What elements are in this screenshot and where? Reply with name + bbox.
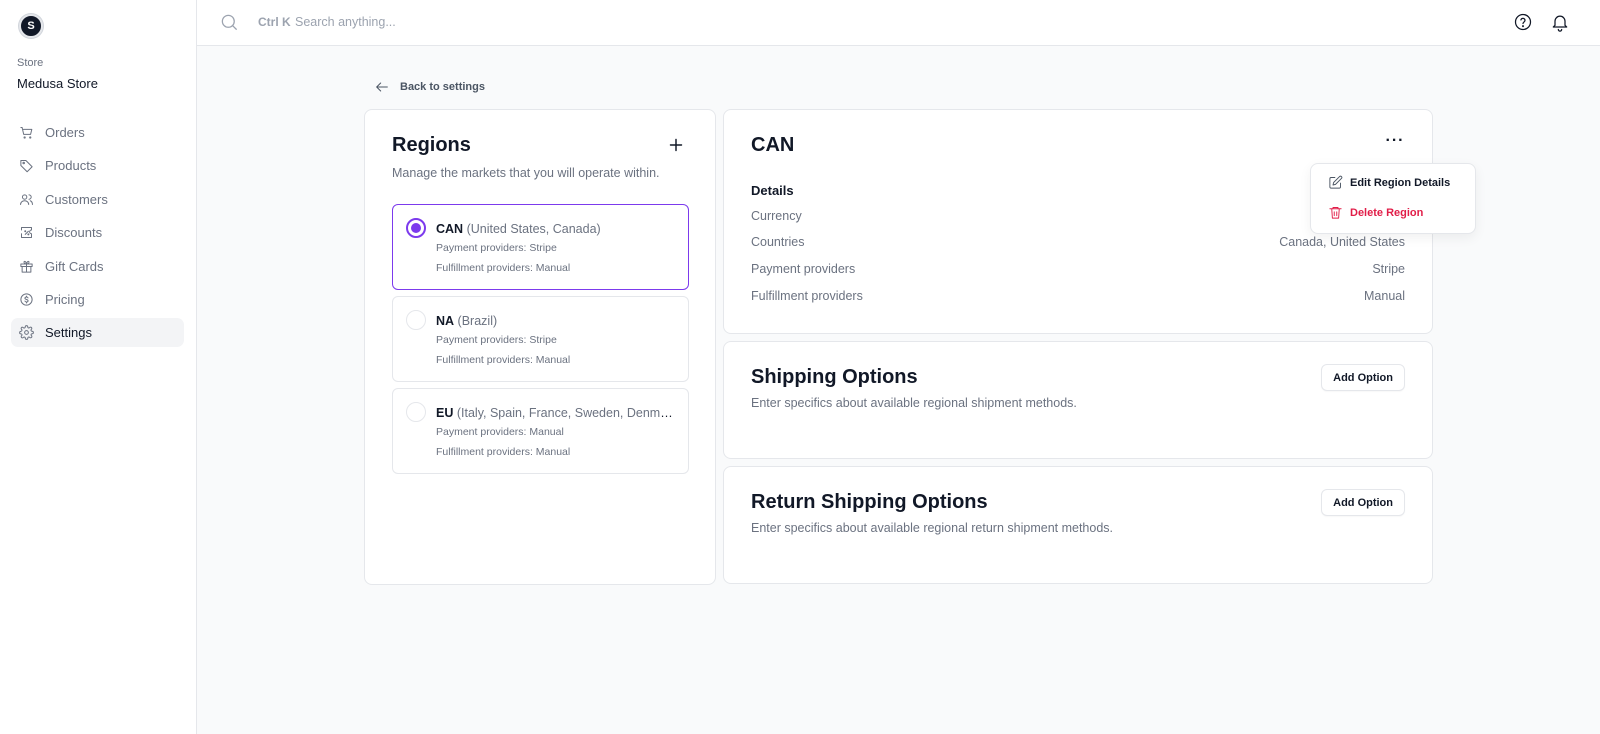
region-item-eu[interactable]: EU (Italy, Spain, France, Sweden, Denmar… <box>392 388 689 474</box>
sidebar: S Store Medusa Store Orders Products Cus… <box>0 0 197 734</box>
bell-icon[interactable] <box>1550 12 1570 32</box>
region-detail-title: CAN <box>751 134 795 156</box>
gear-icon <box>19 325 34 341</box>
shipping-options-title: Shipping Options <box>751 366 918 388</box>
detail-key: Countries <box>751 235 805 249</box>
sidebar-item-customers[interactable]: Customers <box>11 185 184 214</box>
sidebar-item-label: Products <box>45 158 97 174</box>
sidebar-item-gift-cards[interactable]: Gift Cards <box>11 252 184 281</box>
sidebar-item-products[interactable]: Products <box>11 151 184 180</box>
search-input[interactable] <box>295 10 675 34</box>
region-name: EU (Italy, Spain, France, Sweden, Denmar… <box>436 406 676 420</box>
arrow-left-icon <box>376 82 388 92</box>
more-options-button[interactable]: ··· <box>1384 132 1406 154</box>
region-name: NA (Brazil) <box>436 314 676 328</box>
region-fulfillment: Fulfillment providers: Manual <box>436 354 571 366</box>
discount-icon <box>21 227 32 239</box>
sidebar-item-label: Settings <box>45 325 92 341</box>
region-fulfillment: Fulfillment providers: Manual <box>436 262 571 274</box>
region-fulfillment: Fulfillment providers: Manual <box>436 446 571 458</box>
region-radio[interactable] <box>406 218 426 238</box>
return-shipping-options-title: Return Shipping Options <box>751 491 988 513</box>
region-code: CAN <box>436 222 464 236</box>
region-item-can[interactable]: CAN (United States, Canada) Payment prov… <box>392 204 689 290</box>
region-radio[interactable] <box>406 402 426 422</box>
region-name: CAN (United States, Canada) <box>436 222 676 236</box>
region-code: NA <box>436 314 455 328</box>
gift-icon <box>20 260 33 273</box>
sidebar-item-label: Customers <box>45 191 108 207</box>
region-radio[interactable] <box>406 310 426 330</box>
edit-region-details-label: Edit Region Details <box>1350 176 1451 189</box>
detail-key: Payment providers <box>751 262 856 276</box>
store-avatar[interactable]: S <box>19 14 43 38</box>
sidebar-item-label: Discounts <box>45 225 103 241</box>
detail-row-countries: Countries Canada, United States <box>751 235 1405 253</box>
help-icon[interactable] <box>1513 12 1533 32</box>
sidebar-item-settings[interactable]: Settings <box>11 318 184 348</box>
store-label: Store <box>17 57 44 69</box>
detail-key: Fulfillment providers <box>751 289 863 303</box>
search-shortcut: Ctrl K <box>258 15 291 29</box>
region-countries: (Italy, Spain, France, Sweden, Denmark..… <box>456 406 676 420</box>
region-payment: Payment providers: Manual <box>436 426 564 438</box>
tag-icon <box>20 160 33 173</box>
search-icon[interactable] <box>220 13 239 32</box>
sidebar-item-label: Pricing <box>45 291 85 307</box>
users-icon <box>20 194 33 205</box>
detail-value: Manual <box>1364 289 1405 303</box>
return-shipping-options-card: Return Shipping Options Enter specifics … <box>723 466 1433 584</box>
ellipsis-icon: ··· <box>1385 132 1405 149</box>
detail-row-payment-providers: Payment providers Stripe <box>751 262 1405 280</box>
detail-value: Canada, United States <box>1279 235 1405 249</box>
add-return-shipping-option-button[interactable]: Add Option <box>1321 489 1405 516</box>
delete-region-menu-item[interactable]: Delete Region <box>1328 205 1423 220</box>
region-item-na[interactable]: NA (Brazil) Payment providers: Stripe Fu… <box>392 296 689 382</box>
detail-key: Currency <box>751 209 802 223</box>
region-code: EU <box>436 406 454 420</box>
region-payment: Payment providers: Stripe <box>436 334 557 346</box>
trash-icon <box>1329 207 1342 219</box>
dollar-icon <box>20 293 33 306</box>
sidebar-item-orders[interactable]: Orders <box>11 118 184 147</box>
edit-icon <box>1329 175 1343 189</box>
add-shipping-option-button[interactable]: Add Option <box>1321 364 1405 391</box>
sidebar-item-label: Orders <box>45 125 85 140</box>
delete-region-label: Delete Region <box>1350 206 1424 219</box>
sidebar-nav: Orders Products Customers Discounts Gift… <box>11 118 184 352</box>
topbar: Ctrl K <box>197 0 1600 46</box>
region-payment: Payment providers: Stripe <box>436 242 557 254</box>
plus-icon <box>669 138 683 152</box>
regions-card: Regions Manage the markets that you will… <box>364 109 716 585</box>
back-label: Back to settings <box>400 81 485 93</box>
details-label: Details <box>751 183 794 198</box>
detail-value: Stripe <box>1372 262 1405 276</box>
edit-region-details-menu-item[interactable]: Edit Region Details <box>1328 175 1450 190</box>
regions-title: Regions <box>392 134 471 156</box>
sidebar-item-discounts[interactable]: Discounts <box>11 218 184 247</box>
back-to-settings-link[interactable]: Back to settings <box>374 79 485 95</box>
store-name: Medusa Store <box>17 76 98 91</box>
region-countries: (United States, Canada) <box>466 222 601 236</box>
sidebar-item-pricing[interactable]: Pricing <box>11 285 184 314</box>
return-shipping-options-subtitle: Enter specifics about available regional… <box>751 521 1114 535</box>
regions-subtitle: Manage the markets that you will operate… <box>392 166 660 180</box>
detail-row-fulfillment-providers: Fulfillment providers Manual <box>751 289 1405 307</box>
region-actions-dropdown: Edit Region Details Delete Region <box>1310 163 1476 234</box>
sidebar-item-label: Gift Cards <box>45 258 104 274</box>
detail-row-currency: Currency <box>751 209 1405 227</box>
cart-icon <box>20 127 33 139</box>
region-countries: (Brazil) <box>457 314 498 328</box>
shipping-options-card: Shipping Options Enter specifics about a… <box>723 341 1433 459</box>
shipping-options-subtitle: Enter specifics about available regional… <box>751 396 1077 410</box>
add-region-button[interactable] <box>665 134 687 156</box>
